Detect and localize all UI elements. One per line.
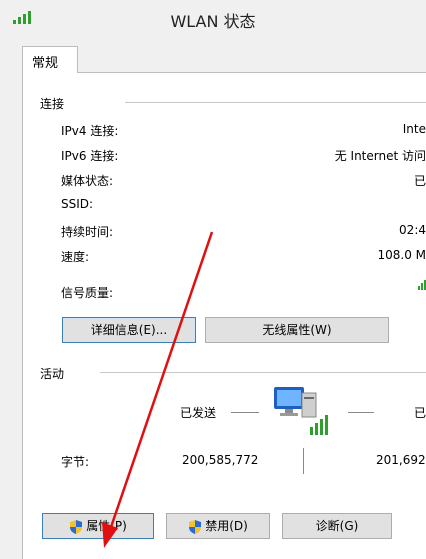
wireless-properties-button-label: 无线属性(W) — [262, 323, 332, 337]
ipv6-value: 无 Internet 访问 — [334, 149, 426, 163]
diagnose-button-label: 诊断(G) — [315, 519, 359, 533]
details-button-label: 详细信息(E)... — [90, 323, 168, 337]
connection-section-label: 连接 — [40, 97, 65, 111]
title-bar: WLAN 状态 — [0, 0, 426, 34]
sent-label: 已发送 — [180, 406, 217, 420]
disable-button[interactable]: 禁用(D) — [166, 513, 270, 539]
uac-shield-icon — [189, 519, 202, 534]
properties-button-label: 属性(P) — [86, 519, 127, 533]
ipv6-label: IPv6 连接: — [61, 149, 119, 163]
bytes-label: 字节: — [61, 455, 90, 469]
media-state-value: 已 — [413, 174, 426, 188]
sent-line — [231, 412, 259, 413]
activity-divider — [100, 372, 426, 373]
duration-value: 02:4 — [399, 223, 426, 237]
received-line — [348, 412, 374, 413]
window-title: WLAN 状态 — [170, 12, 256, 31]
tab-general-label: 常规 — [32, 56, 59, 71]
duration-label: 持续时间: — [61, 225, 114, 239]
network-computer-icon — [274, 387, 328, 435]
ipv4-value: Inte — [402, 122, 426, 136]
signal-strength-icon — [418, 280, 426, 290]
details-button[interactable]: 详细信息(E)... — [62, 317, 196, 343]
tab-general[interactable]: 常规 — [22, 46, 78, 73]
speed-label: 速度: — [61, 250, 90, 264]
activity-section-label: 活动 — [40, 367, 65, 381]
disable-button-label: 禁用(D) — [205, 519, 248, 533]
bytes-divider — [303, 448, 304, 474]
signal-quality-label: 信号质量: — [61, 286, 114, 300]
media-state-label: 媒体状态: — [61, 174, 114, 188]
ssid-label: SSID: — [61, 197, 94, 211]
bytes-received-value: 201,692 — [376, 453, 426, 467]
diagnose-button[interactable]: 诊断(G) — [282, 513, 392, 539]
bytes-sent-value: 200,585,772 — [182, 453, 259, 467]
ipv4-label: IPv4 连接: — [61, 124, 119, 138]
received-label: 已 — [414, 406, 426, 420]
properties-button[interactable]: 属性(P) — [42, 513, 154, 539]
wireless-properties-button[interactable]: 无线属性(W) — [205, 317, 389, 343]
connection-divider — [125, 102, 426, 103]
speed-value: 108.0 M — [377, 248, 426, 262]
general-panel — [22, 72, 426, 559]
uac-shield-icon — [70, 519, 83, 534]
